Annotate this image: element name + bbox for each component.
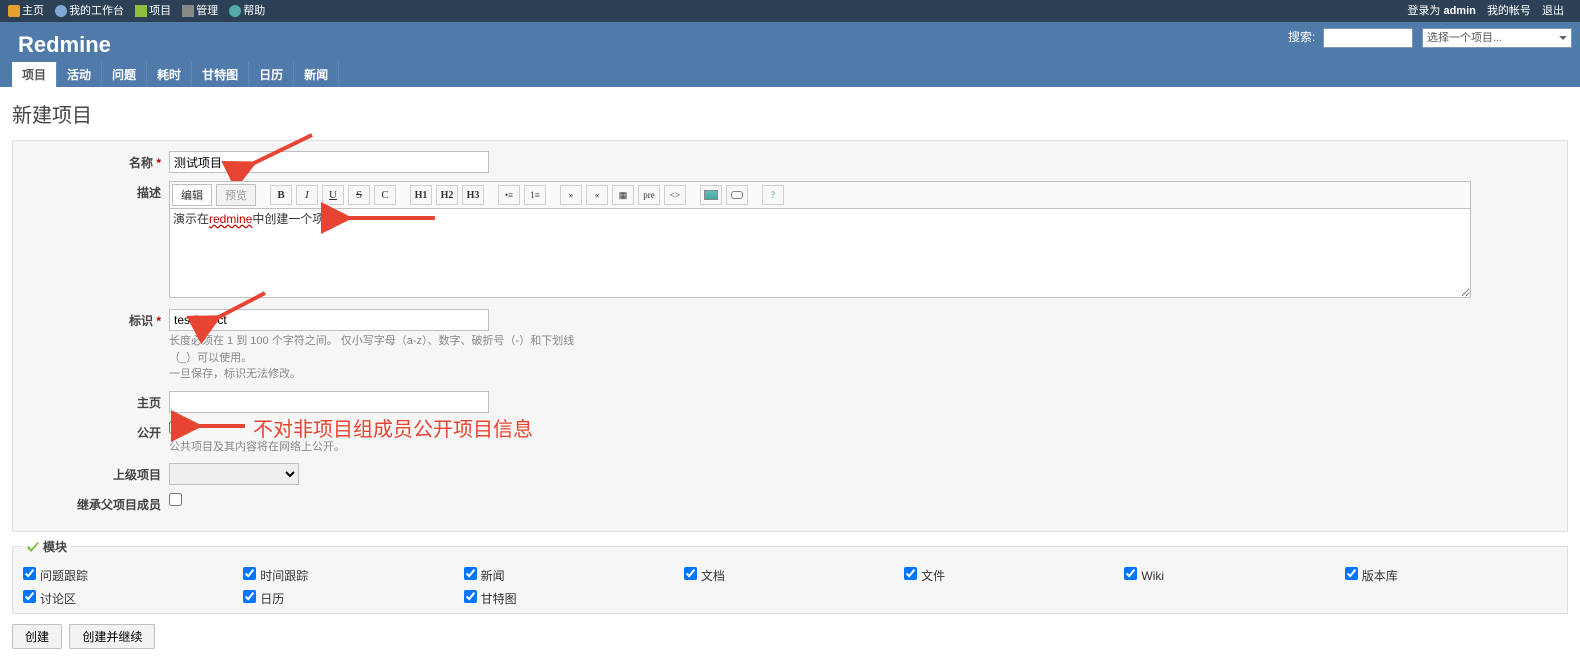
h2-button[interactable]: H2 <box>436 185 458 205</box>
content: 新建项目 名称 * 描述 编辑 预览 B I <box>0 87 1580 657</box>
tab-gantt[interactable]: 甘特图 <box>192 62 249 87</box>
module-label: 甘特图 <box>481 592 517 606</box>
tab-issues[interactable]: 问题 <box>102 62 147 87</box>
label-public: 公开 <box>19 421 169 441</box>
module-checkbox[interactable] <box>23 567 36 580</box>
code-button[interactable]: <> <box>664 185 686 205</box>
project-form-box: 名称 * 描述 编辑 预览 B I U S C <box>12 140 1568 532</box>
label-description: 描述 <box>19 181 169 201</box>
h1-button[interactable]: H1 <box>410 185 432 205</box>
tab-projects[interactable]: 项目 <box>12 62 57 87</box>
identifier-help: 长度必须在 1 到 100 个字符之间。 仅小写字母（a-z）、数字、破折号（-… <box>169 333 589 383</box>
quote-r-button[interactable]: » <box>560 185 582 205</box>
annotation-public-note: 不对非项目组成员公开项目信息 <box>253 413 533 442</box>
tab-time[interactable]: 耗时 <box>147 62 192 87</box>
page-title: 新建项目 <box>12 99 1568 128</box>
module-checkbox[interactable] <box>23 590 36 603</box>
module-item: 甘特图 <box>464 590 676 607</box>
image-icon <box>704 190 718 200</box>
module-item: 日历 <box>243 590 455 607</box>
label-parent: 上级项目 <box>19 463 169 483</box>
tab-activity[interactable]: 活动 <box>57 62 102 87</box>
user-icon <box>55 5 67 17</box>
input-homepage[interactable] <box>169 391 489 413</box>
image-button[interactable] <box>700 185 722 205</box>
module-checkbox[interactable] <box>1124 567 1137 580</box>
module-checkbox[interactable] <box>243 567 256 580</box>
italic-button[interactable]: I <box>296 185 318 205</box>
annotation-arrow-icon <box>189 416 249 439</box>
input-project-name[interactable] <box>169 151 489 173</box>
tab-edit[interactable]: 编辑 <box>172 184 212 206</box>
nav-my-account[interactable]: 我的帐号 <box>1487 5 1531 17</box>
label-inherit: 继承父项目成员 <box>19 493 169 513</box>
wiki-toolbar: 编辑 预览 B I U S C H1 H2 H3 •≡ 1≡ » <box>169 181 1471 208</box>
top-menu: 主页 我的工作台 项目 管理 帮助 登录为 admin 我的帐号 退出 <box>0 0 1580 22</box>
logged-as-label: 登录为 admin <box>1407 5 1475 17</box>
link-icon <box>731 191 743 199</box>
module-checkbox[interactable] <box>1345 567 1358 580</box>
module-label: 版本库 <box>1362 569 1398 583</box>
nav-help[interactable]: 帮助 <box>229 5 265 17</box>
module-checkbox[interactable] <box>904 567 917 580</box>
input-identifier[interactable] <box>169 309 489 331</box>
help-icon <box>229 5 241 17</box>
code-inline-button[interactable]: C <box>374 185 396 205</box>
bold-button[interactable]: B <box>270 185 292 205</box>
search-input[interactable] <box>1323 28 1413 48</box>
form-buttons <box>12 624 1568 649</box>
tab-news[interactable]: 新闻 <box>294 62 339 87</box>
header: 搜索: 选择一个项目... Redmine 项目 活动 问题 耗时 甘特图 日历… <box>0 22 1580 87</box>
search-label: 搜索: <box>1288 30 1315 44</box>
help-button[interactable]: ? <box>762 185 784 205</box>
module-label: 日历 <box>260 592 284 606</box>
module-item: 讨论区 <box>23 590 235 607</box>
module-checkbox[interactable] <box>684 567 697 580</box>
link-button[interactable] <box>726 185 748 205</box>
module-label: 讨论区 <box>40 592 76 606</box>
pre-button[interactable]: pre <box>638 185 660 205</box>
tab-preview[interactable]: 预览 <box>216 184 256 206</box>
module-label: 问题跟踪 <box>40 569 88 583</box>
underline-button[interactable]: U <box>322 185 344 205</box>
home-icon <box>8 5 20 17</box>
ul-button[interactable]: •≡ <box>498 185 520 205</box>
label-name: 名称 * <box>19 151 169 171</box>
nav-home[interactable]: 主页 <box>8 5 44 17</box>
label-identifier: 标识 * <box>19 309 169 329</box>
module-label: 新闻 <box>481 569 505 583</box>
module-label: 时间跟踪 <box>260 569 308 583</box>
textarea-description[interactable] <box>169 208 1471 298</box>
module-checkbox[interactable] <box>243 590 256 603</box>
nav-projects[interactable]: 项目 <box>135 5 171 17</box>
wrench-icon <box>182 5 194 17</box>
create-button[interactable] <box>12 624 62 649</box>
modules-legend: 模块 <box>23 538 71 555</box>
ol-button[interactable]: 1≡ <box>524 185 546 205</box>
nav-my-page[interactable]: 我的工作台 <box>55 5 124 17</box>
nav-logout[interactable]: 退出 <box>1542 5 1564 17</box>
quote-l-button[interactable]: « <box>586 185 608 205</box>
select-parent-project[interactable] <box>169 463 299 485</box>
checkbox-inherit-members[interactable] <box>169 493 182 506</box>
create-continue-button[interactable] <box>69 624 155 649</box>
module-label: Wiki <box>1141 569 1164 583</box>
modules-fieldset: 模块 问题跟踪 时间跟踪 新闻 文档 文件 Wiki 版本库讨论区 日历 甘特图 <box>12 538 1568 614</box>
module-label: 文件 <box>921 569 945 583</box>
table-button[interactable]: ▦ <box>612 185 634 205</box>
module-checkbox[interactable] <box>464 590 477 603</box>
nav-admin[interactable]: 管理 <box>182 5 218 17</box>
checkbox-public[interactable] <box>169 421 182 434</box>
strike-button[interactable]: S <box>348 185 370 205</box>
tab-calendar[interactable]: 日历 <box>249 62 294 87</box>
module-checkbox[interactable] <box>464 567 477 580</box>
quick-search: 搜索: 选择一个项目... <box>1288 28 1572 48</box>
label-homepage: 主页 <box>19 391 169 411</box>
projects-icon <box>135 5 147 17</box>
project-jump-select[interactable]: 选择一个项目... <box>1422 28 1572 48</box>
module-label: 文档 <box>701 569 725 583</box>
main-menu: 项目 活动 问题 耗时 甘特图 日历 新闻 <box>8 62 1572 87</box>
h3-button[interactable]: H3 <box>462 185 484 205</box>
